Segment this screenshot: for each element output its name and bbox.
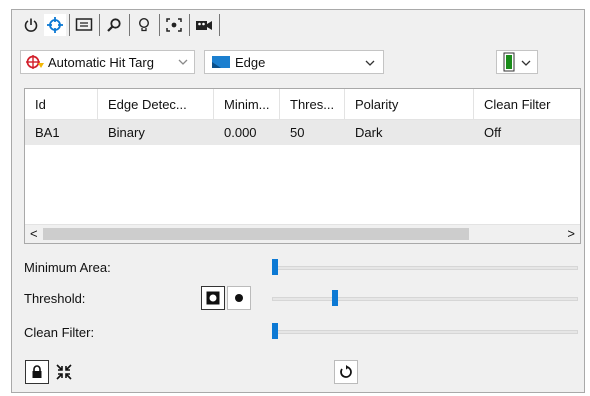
threshold-slider[interactable] xyxy=(272,297,578,301)
power-icon xyxy=(24,18,38,32)
shrink-arrows-icon xyxy=(56,364,72,380)
refresh-icon xyxy=(340,365,352,378)
chevron-down-icon xyxy=(178,59,188,65)
shrink-button[interactable] xyxy=(52,360,76,384)
clean-filter-slider-thumb[interactable] xyxy=(272,323,278,339)
lightbulb-icon xyxy=(138,17,150,32)
scroll-left-button[interactable]: < xyxy=(30,226,38,241)
tool-type-value: Edge xyxy=(235,54,266,70)
toolbar-separator xyxy=(69,14,70,36)
chevron-down-icon xyxy=(365,60,375,66)
hit-target-combo[interactable]: Automatic Hit Targ xyxy=(20,50,195,74)
horizontal-scrollbar[interactable]: < > xyxy=(25,224,580,243)
scroll-right-button[interactable]: > xyxy=(567,226,575,241)
cell-threshold: 50 xyxy=(290,125,305,140)
dark-object-icon xyxy=(206,291,220,305)
column-header-clean-filter[interactable]: Clean Filter xyxy=(474,89,582,120)
lock-button[interactable] xyxy=(25,360,49,384)
toolbar-separator xyxy=(129,14,130,36)
zoom-button[interactable] xyxy=(103,14,125,36)
light-polarity-button[interactable] xyxy=(227,286,251,310)
toolbar-separator xyxy=(159,14,160,36)
lightbulb-button[interactable] xyxy=(133,14,155,36)
toolbar-separator xyxy=(99,14,100,36)
column-header-minimum[interactable]: Minim... xyxy=(214,89,280,120)
cell-polarity: Dark xyxy=(355,125,383,140)
chevron-down-icon xyxy=(521,60,531,66)
edge-tool-panel: Automatic Hit Targ Edge Id Edge Detec...… xyxy=(11,9,585,393)
column-header-polarity[interactable]: Polarity xyxy=(345,89,474,120)
color-swatch-icon xyxy=(503,52,515,72)
focus-target-icon xyxy=(166,18,182,32)
table-row[interactable]: BA1 Binary 0.000 50 Dark Off xyxy=(25,120,580,145)
crosshair-icon xyxy=(47,17,63,33)
power-button[interactable] xyxy=(20,14,42,36)
minimum-area-label: Minimum Area: xyxy=(24,260,111,275)
clean-filter-slider[interactable] xyxy=(272,330,578,334)
zoom-icon xyxy=(107,18,121,32)
column-header-id[interactable]: Id xyxy=(25,89,98,120)
lock-icon xyxy=(32,365,42,378)
results-table: Id Edge Detec... Minim... Thres... Polar… xyxy=(24,88,581,244)
focus-target-button[interactable] xyxy=(163,14,185,36)
tool-type-combo[interactable]: Edge xyxy=(204,50,384,74)
light-object-icon xyxy=(235,294,243,302)
table-header: Id Edge Detec... Minim... Thres... Polar… xyxy=(25,89,580,120)
clean-filter-label: Clean Filter: xyxy=(24,325,95,340)
toolbar-separator xyxy=(219,14,220,36)
image-frame-icon xyxy=(75,18,93,31)
column-header-threshold[interactable]: Thres... xyxy=(280,89,345,120)
cell-clean-filter: Off xyxy=(484,125,502,140)
color-combo[interactable] xyxy=(496,50,538,74)
threshold-slider-thumb[interactable] xyxy=(332,290,338,306)
cell-minimum: 0.000 xyxy=(224,125,257,140)
camera-record-button[interactable] xyxy=(193,14,215,36)
crosshair-button[interactable] xyxy=(44,14,66,36)
threshold-label: Threshold: xyxy=(24,291,86,306)
target-hit-icon xyxy=(26,55,44,69)
cell-id: BA1 xyxy=(35,125,60,140)
cell-edge-detection: Binary xyxy=(108,125,145,140)
scrollbar-thumb[interactable] xyxy=(43,228,469,240)
edge-tool-icon xyxy=(212,56,230,68)
image-frame-button[interactable] xyxy=(73,14,95,36)
camera-record-icon xyxy=(196,21,212,30)
hit-target-value: Automatic Hit Targ xyxy=(48,54,154,70)
column-header-edge-detection[interactable]: Edge Detec... xyxy=(98,89,214,120)
reset-button[interactable] xyxy=(334,360,358,384)
toolbar-separator xyxy=(189,14,190,36)
minimum-area-slider-thumb[interactable] xyxy=(272,259,278,275)
minimum-area-slider[interactable] xyxy=(272,266,578,270)
dark-polarity-button[interactable] xyxy=(201,286,225,310)
